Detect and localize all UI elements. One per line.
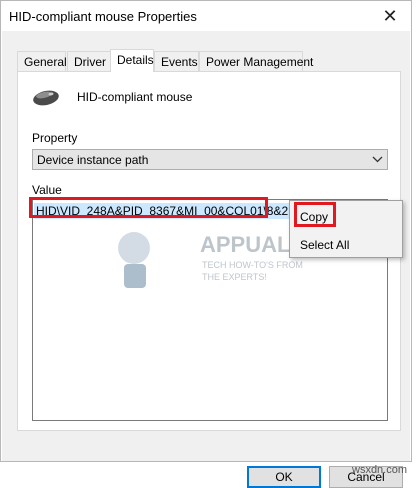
tab-driver[interactable]: Driver [67,51,111,71]
device-name: HID-compliant mouse [77,90,193,104]
tab-power-management[interactable]: Power Management [199,51,313,71]
watermark-mascot-body [124,264,146,288]
title-bar[interactable]: HID-compliant mouse Properties ✕ [1,1,411,31]
site-watermark: wsxdn.com [352,464,408,476]
tab-events[interactable]: Events [154,51,199,71]
appuals-watermark: APPUALS TECH HOW-TO'S FROM THE EXPERTS! [118,232,305,288]
property-dropdown[interactable]: Device instance path [32,149,388,170]
context-menu-select-all[interactable]: Select All [300,238,349,252]
close-button[interactable]: ✕ [375,3,405,29]
mouse-icon [33,90,59,106]
watermark-tagline-2: THE EXPERTS! [202,272,267,282]
property-selected-value: Device instance path [37,153,149,167]
window-title: HID-compliant mouse Properties [9,9,197,24]
value-label: Value [32,183,62,197]
chevron-down-icon [372,156,383,163]
ok-button[interactable]: OK [247,466,321,488]
property-label: Property [32,131,78,145]
tab-general[interactable]: General [17,51,67,71]
watermark-mascot-head [118,232,150,264]
value-highlight-annotation [29,197,268,218]
watermark-tagline-1: TECH HOW-TO'S FROM [202,260,303,270]
tab-details[interactable]: Details [110,49,154,72]
close-icon: ✕ [382,5,398,26]
copy-highlight-annotation [294,202,336,227]
